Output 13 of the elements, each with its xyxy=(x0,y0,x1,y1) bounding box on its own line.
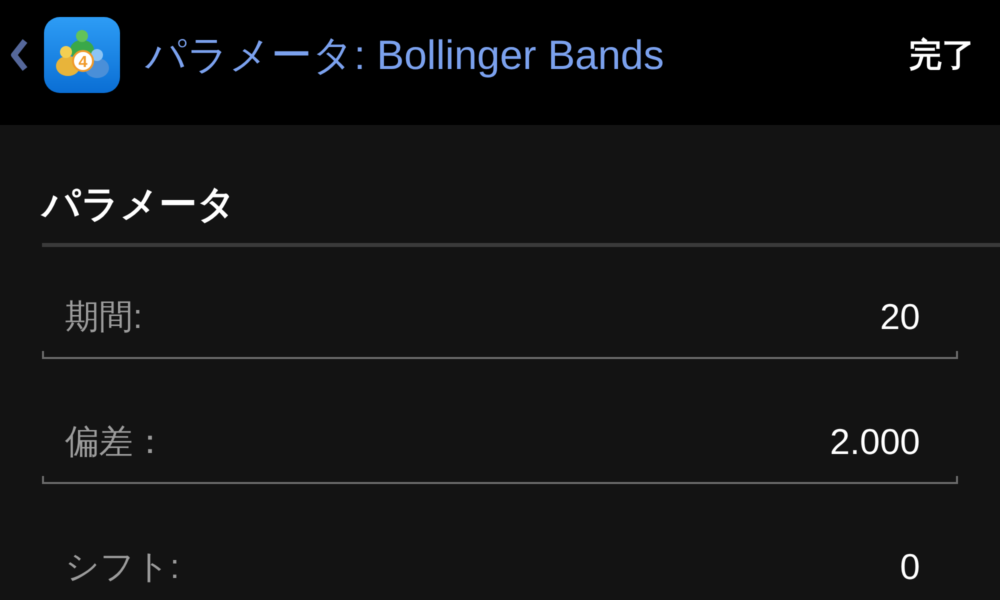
field-label: シフト: xyxy=(65,547,180,588)
done-button[interactable]: 完了 xyxy=(909,32,975,78)
back-icon[interactable] xyxy=(10,39,28,71)
section-title: パラメータ xyxy=(42,183,237,228)
value-input[interactable]: 2.000 xyxy=(167,421,920,463)
app-logo-icon: 4 xyxy=(44,17,120,93)
screen-title: パラメータ: Bollinger Bands xyxy=(145,30,665,80)
field-label: 期間: xyxy=(65,297,142,338)
field-label: 偏差： xyxy=(65,422,167,463)
value-input[interactable]: 20 xyxy=(142,296,920,338)
input-field[interactable]: 偏差： 2.000 xyxy=(42,400,958,484)
input-field[interactable]: 期間: 20 xyxy=(42,275,958,359)
value-input[interactable]: 0 xyxy=(179,546,920,588)
